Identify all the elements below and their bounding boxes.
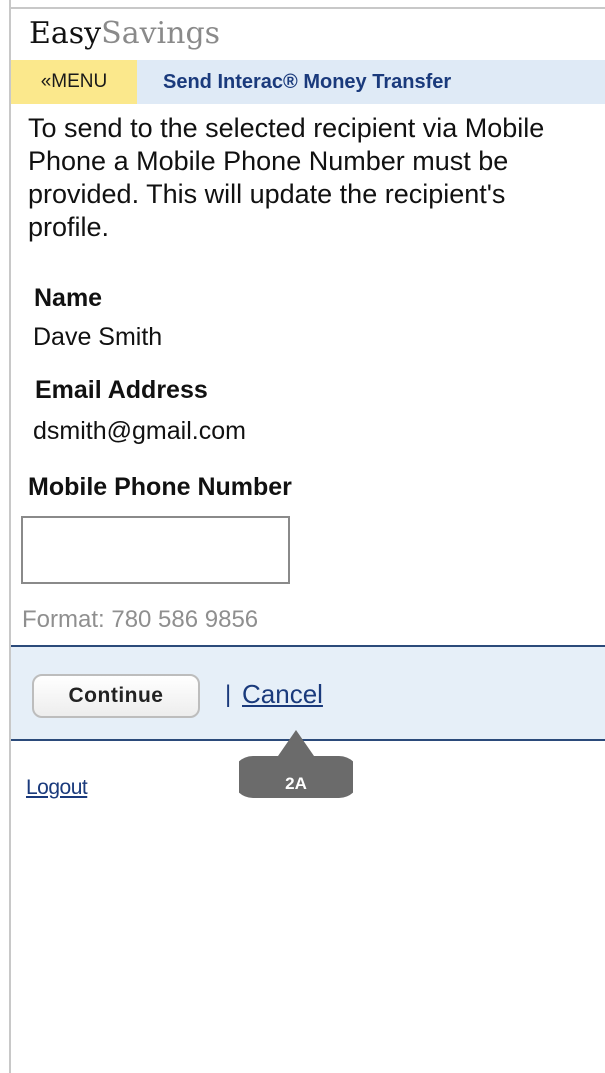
continue-button[interactable]: Continue (32, 674, 200, 718)
email-value: dsmith@gmail.com (33, 417, 246, 445)
page-title: Send Interac® Money Transfer (163, 71, 452, 93)
logout-link[interactable]: Logout (26, 774, 88, 802)
annotation-label: 2A (285, 774, 307, 793)
intro-text: To send to the selected recipient via Mo… (28, 113, 545, 242)
phone-format-hint: Format: 780 586 9856 (22, 606, 259, 633)
app-logo: EasySavings (29, 14, 220, 54)
name-label: Name (34, 284, 103, 312)
logo-easy-text: Easy (29, 16, 102, 51)
nav-bar: «MENU Send Interac® Money Transfer (11, 60, 605, 104)
email-label: Email Address (35, 376, 208, 404)
cancel-link[interactable]: Cancel (242, 678, 323, 710)
annotation-callout: 2A (239, 728, 353, 800)
frame-left-border (9, 0, 11, 1073)
action-bar: Continue | Cancel (11, 645, 605, 741)
menu-button[interactable]: «MENU (11, 60, 137, 104)
name-value: Dave Smith (33, 323, 163, 351)
frame-top-border (9, 7, 605, 9)
logo-savings-text: Savings (101, 16, 221, 51)
action-separator: | (225, 681, 232, 708)
mobile-phone-input[interactable] (21, 516, 290, 584)
phone-label: Mobile Phone Number (28, 473, 292, 501)
